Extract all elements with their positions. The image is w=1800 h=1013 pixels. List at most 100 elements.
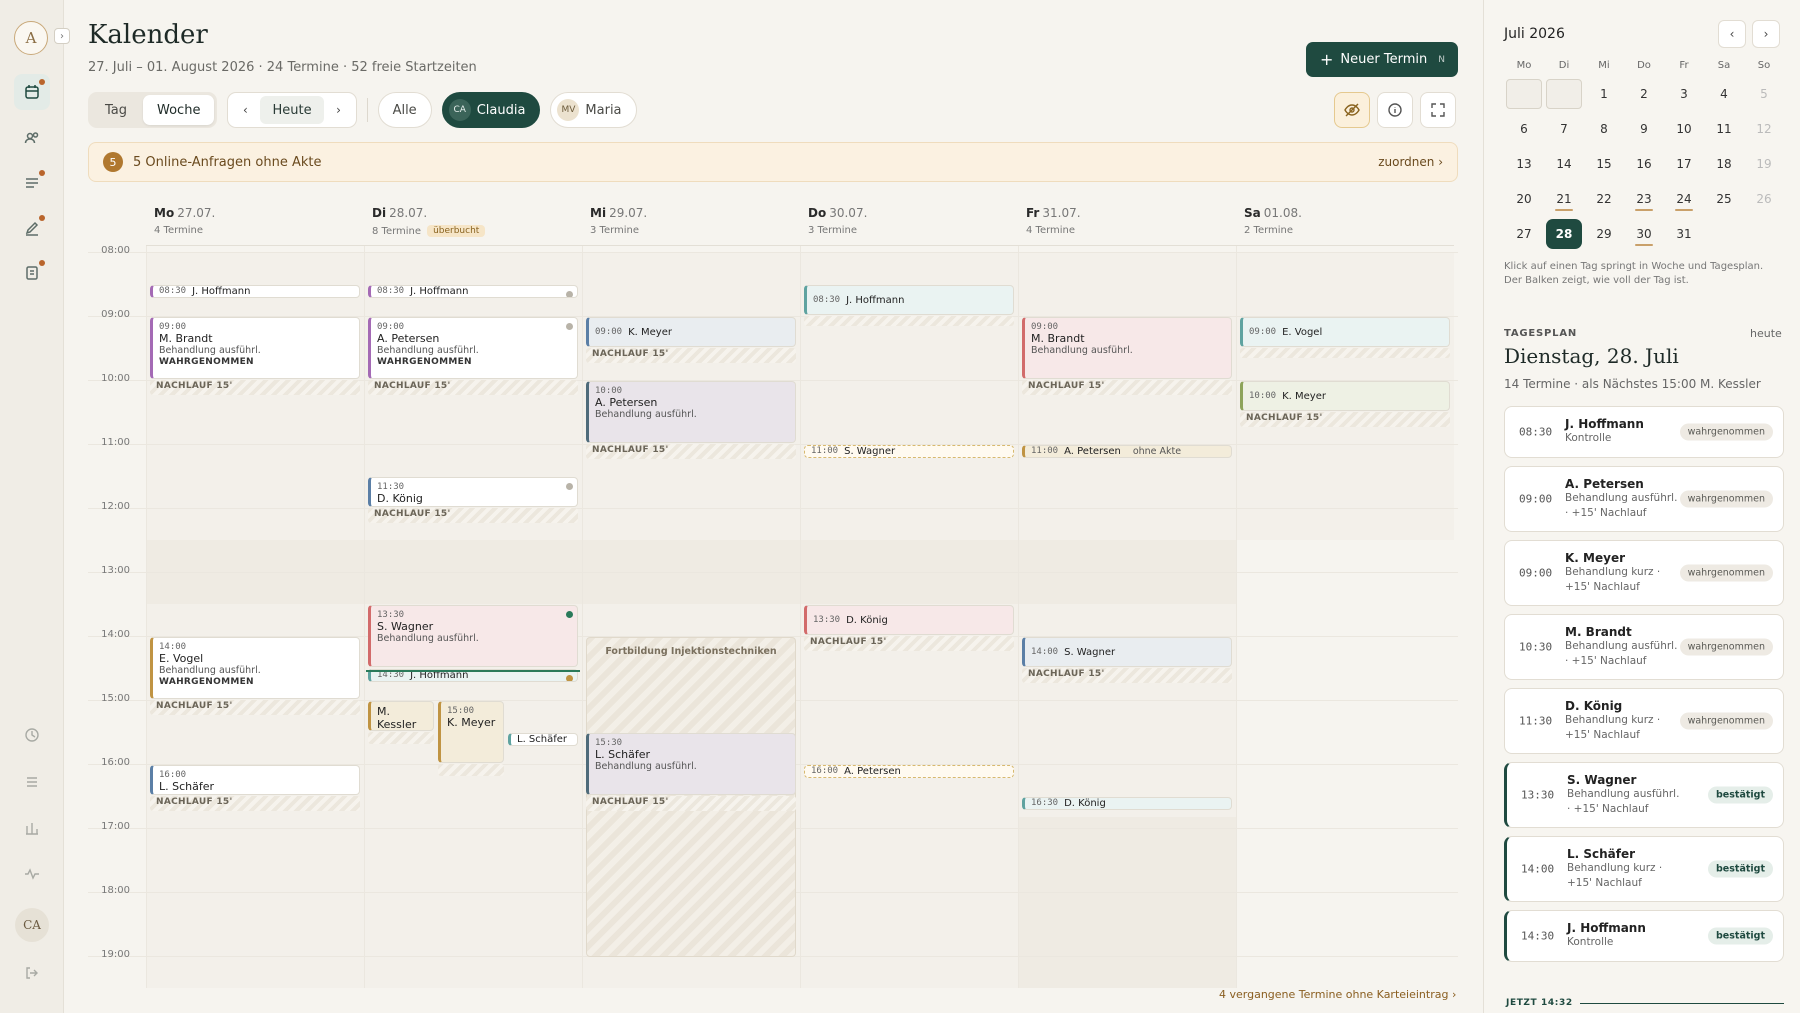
nav-notes[interactable] xyxy=(14,210,50,246)
user-avatar[interactable]: CA xyxy=(15,908,49,942)
mini-day[interactable]: 28 xyxy=(1544,216,1584,251)
appointment[interactable]: 09:00 E. Vogel xyxy=(1240,317,1450,347)
tagesplan-today-link[interactable]: heute xyxy=(1750,327,1782,340)
filter-maria-chip[interactable]: MV Maria xyxy=(550,92,637,128)
mini-day[interactable]: 21 xyxy=(1544,181,1584,216)
mini-day[interactable]: 8 xyxy=(1584,111,1624,146)
mini-next-month-button[interactable]: › xyxy=(1752,20,1780,48)
mini-day[interactable]: 16 xyxy=(1624,146,1664,181)
appointment[interactable]: 09:00 M. Brandt Behandlung ausführl. WAHRGE… xyxy=(150,317,360,379)
filter-claudia-chip[interactable]: CA Claudia xyxy=(441,92,541,128)
day-header[interactable]: Fr 31.07. 4 Termine xyxy=(1018,196,1236,246)
mini-day[interactable]: 19 xyxy=(1744,146,1784,181)
day-header[interactable]: Sa 01.08. 2 Termine xyxy=(1236,196,1454,246)
mini-day[interactable]: 9 xyxy=(1624,111,1664,146)
nav-tasks[interactable] xyxy=(14,764,50,800)
mini-day[interactable]: 22 xyxy=(1584,181,1624,216)
appointment[interactable]: M. Kessler xyxy=(368,701,434,731)
appointment[interactable]: L. Schäfer xyxy=(508,733,578,746)
mini-day[interactable]: 12 xyxy=(1744,111,1784,146)
mini-day[interactable]: 30 xyxy=(1624,216,1664,251)
mini-day[interactable]: 31 xyxy=(1664,216,1704,251)
agenda-item[interactable]: 13:30 S. Wagner Behandlung ausführl. · +15… xyxy=(1504,762,1784,828)
fullscreen-button[interactable] xyxy=(1420,92,1456,128)
appointment[interactable]: 16:00 A. Petersen xyxy=(804,765,1014,778)
mini-day[interactable]: 6 xyxy=(1504,111,1544,146)
past-appointments-link[interactable]: 4 vergangene Termine ohne Karteieintrag … xyxy=(1219,988,1456,1001)
agenda-item[interactable]: 10:30 M. Brandt Behandlung ausführl. · +15… xyxy=(1504,614,1784,680)
online-requests-banner[interactable]: 5 5 Online-Anfragen ohne Akte zuordnen › xyxy=(88,142,1458,182)
mini-day[interactable]: 2 xyxy=(1624,76,1664,111)
appointment[interactable]: 14:00 S. Wagner xyxy=(1022,637,1232,667)
appointment[interactable]: 15:00 K. Meyer xyxy=(438,701,504,763)
appointment[interactable]: 10:00 A. Petersen Behandlung ausführl. xyxy=(586,381,796,443)
day-header[interactable]: Do 30.07. 3 Termine xyxy=(800,196,1018,246)
mini-day[interactable]: 20 xyxy=(1504,181,1544,216)
appointment[interactable]: 09:00 M. Brandt Behandlung ausführl. xyxy=(1022,317,1232,379)
mini-day[interactable]: 5 xyxy=(1744,76,1784,111)
mini-day[interactable]: 11 xyxy=(1704,111,1744,146)
nav-calendar[interactable] xyxy=(14,74,50,110)
next-week-button[interactable]: › xyxy=(326,96,352,124)
appointment[interactable]: 16:30 D. König xyxy=(1022,797,1232,810)
mini-day[interactable]: 26 xyxy=(1744,181,1784,216)
appointment[interactable]: 08:30 J. Hoffmann xyxy=(804,285,1014,315)
mini-day[interactable]: 13 xyxy=(1504,146,1544,181)
appointment[interactable]: 13:30 D. König xyxy=(804,605,1014,635)
agenda-item[interactable]: 14:00 L. Schäfer Behandlung kurz · +15' Na… xyxy=(1504,836,1784,902)
nav-patients[interactable] xyxy=(14,120,50,156)
day-header[interactable]: Mi 29.07. 3 Termine xyxy=(582,196,800,246)
appointment[interactable]: 11:00 S. Wagner xyxy=(804,445,1014,458)
hide-toggle-button[interactable] xyxy=(1334,92,1370,128)
mini-prev-month-button[interactable]: ‹ xyxy=(1718,20,1746,48)
info-button[interactable] xyxy=(1377,92,1413,128)
mini-day[interactable]: 24 xyxy=(1664,181,1704,216)
appointment[interactable]: 13:30 S. Wagner Behandlung ausführl. xyxy=(368,605,578,667)
appointment[interactable]: 16:00L. SchäferWAHRGENOMMEN xyxy=(150,765,360,795)
day-header[interactable]: Di 28.07. 8 Termine überbucht xyxy=(364,196,582,246)
mini-day[interactable]: 1 xyxy=(1584,76,1624,111)
mini-day[interactable]: 25 xyxy=(1704,181,1744,216)
mini-day[interactable]: 10 xyxy=(1664,111,1704,146)
appointment[interactable]: 09:00 K. Meyer xyxy=(586,317,796,347)
mini-day[interactable]: 29 xyxy=(1584,216,1624,251)
appointment[interactable]: 15:30 L. Schäfer Behandlung ausführl. xyxy=(586,733,796,795)
mini-day[interactable]: 3 xyxy=(1664,76,1704,111)
appointment[interactable]: 11:30D. KönigWAHRGENOMMEN xyxy=(368,477,578,507)
mini-day[interactable]: 7 xyxy=(1544,111,1584,146)
view-week-button[interactable]: Woche xyxy=(143,95,215,125)
assign-link[interactable]: zuordnen › xyxy=(1378,155,1443,169)
view-day-button[interactable]: Tag xyxy=(91,95,141,125)
nav-stats[interactable] xyxy=(14,810,50,846)
nav-logout[interactable] xyxy=(14,955,50,991)
mini-empty-day[interactable] xyxy=(1504,76,1544,111)
mini-day[interactable]: 23 xyxy=(1624,181,1664,216)
agenda-item[interactable]: 14:30 J. Hoffmann Kontrolle bestätigt xyxy=(1504,910,1784,962)
mini-day[interactable]: 27 xyxy=(1504,216,1544,251)
nav-list[interactable] xyxy=(14,165,50,201)
mini-day[interactable]: 15 xyxy=(1584,146,1624,181)
mini-empty-day[interactable] xyxy=(1544,76,1584,111)
nav-activity[interactable] xyxy=(14,856,50,892)
new-appointment-button[interactable]: + Neuer Termin N xyxy=(1306,42,1458,77)
agenda-item[interactable]: 09:00 K. Meyer Behandlung kurz · +15' Nach… xyxy=(1504,540,1784,606)
appointment[interactable]: 09:00 A. Petersen Behandlung ausführl. WAHR… xyxy=(368,317,578,379)
agenda-item[interactable]: 11:30 D. König Behandlung kurz · +15' Nach… xyxy=(1504,688,1784,754)
appointment[interactable]: 08:30 J. Hoffmann xyxy=(150,285,360,298)
nav-history[interactable] xyxy=(14,717,50,753)
appointment[interactable]: 08:30 J. Hoffmann xyxy=(368,285,578,298)
today-button[interactable]: Heute xyxy=(260,96,324,124)
appointment[interactable]: 11:00 A. Petersen ohne Akte xyxy=(1022,445,1232,458)
filter-all-chip[interactable]: Alle xyxy=(377,92,432,128)
prev-week-button[interactable]: ‹ xyxy=(232,96,258,124)
nav-documents[interactable] xyxy=(14,255,50,291)
appointment[interactable]: 14:00 E. Vogel Behandlung ausführl. WAHRGEN… xyxy=(150,637,360,699)
agenda-item[interactable]: 09:00 A. Petersen Behandlung ausführl. · +… xyxy=(1504,466,1784,532)
mini-day[interactable]: 18 xyxy=(1704,146,1744,181)
mini-day[interactable]: 17 xyxy=(1664,146,1704,181)
day-header[interactable]: Mo 27.07. 4 Termine xyxy=(146,196,364,246)
appointment[interactable]: 10:00 K. Meyer xyxy=(1240,381,1450,411)
agenda-item[interactable]: 08:30 J. Hoffmann Kontrolle wahrgenommen xyxy=(1504,406,1784,458)
mini-day[interactable]: 4 xyxy=(1704,76,1744,111)
mini-day[interactable]: 14 xyxy=(1544,146,1584,181)
